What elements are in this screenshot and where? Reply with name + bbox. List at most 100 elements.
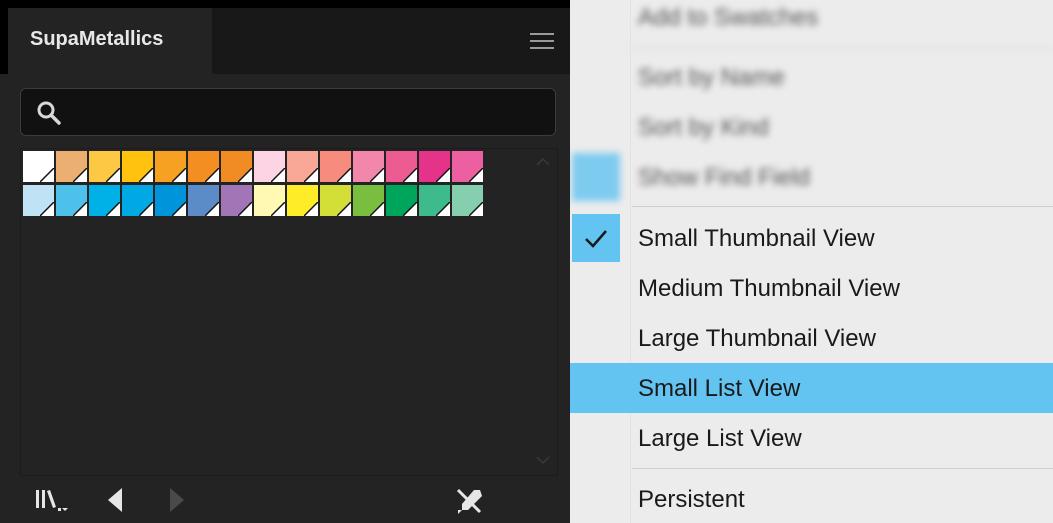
color-swatch[interactable] — [188, 151, 219, 182]
color-swatch[interactable] — [221, 151, 252, 182]
menu-item-show-find-field[interactable]: Show Find Field — [570, 152, 1053, 202]
global-color-corner-icon — [205, 202, 219, 216]
global-color-corner-icon — [40, 202, 54, 216]
color-swatch[interactable] — [452, 185, 483, 216]
color-swatch[interactable] — [254, 151, 285, 182]
global-color-corner-icon — [370, 168, 384, 182]
panel-title: SupaMetallics — [30, 28, 164, 50]
menu-item-sort-by-name[interactable]: Sort by Name — [570, 52, 1053, 102]
color-swatch[interactable] — [254, 185, 285, 216]
menu-item-add-to-swatches[interactable]: Add to Swatches — [570, 0, 1053, 42]
menu-item-label: Persistent — [638, 486, 745, 513]
menu-separator — [632, 468, 1053, 469]
global-color-corner-icon — [106, 202, 120, 216]
color-swatch[interactable] — [419, 185, 450, 216]
search-field[interactable] — [20, 88, 556, 136]
color-swatch[interactable] — [56, 151, 87, 182]
menu-item-label: Add to Swatches — [638, 4, 819, 31]
global-color-corner-icon — [370, 202, 384, 216]
menu-item-sort-by-kind[interactable]: Sort by Kind — [570, 102, 1053, 152]
global-color-corner-icon — [271, 168, 285, 182]
checkmark-box — [572, 153, 620, 201]
menu-item-small-list-view[interactable]: Small List View — [570, 363, 1053, 413]
global-color-corner-icon — [73, 168, 87, 182]
panel-menu-icon[interactable] — [530, 32, 554, 50]
global-color-corner-icon — [139, 202, 153, 216]
global-color-corner-icon — [436, 168, 450, 182]
color-swatch[interactable] — [155, 185, 186, 216]
swatch-row — [23, 151, 485, 183]
global-color-corner-icon — [304, 168, 318, 182]
menu-separator — [632, 48, 1053, 49]
color-swatch[interactable] — [188, 185, 219, 216]
menu-item-large-thumbnail-view[interactable]: Large Thumbnail View — [570, 313, 1053, 363]
color-swatch[interactable] — [122, 151, 153, 182]
next-library-icon[interactable] — [166, 486, 188, 514]
panel-bottom-toolbar — [0, 476, 570, 523]
global-color-corner-icon — [40, 168, 54, 182]
menu-item-label: Medium Thumbnail View — [638, 275, 900, 302]
color-swatch[interactable] — [23, 151, 54, 182]
checkmark-box — [572, 214, 620, 262]
global-color-corner-icon — [469, 168, 483, 182]
color-swatch[interactable] — [56, 185, 87, 216]
global-color-corner-icon — [172, 202, 186, 216]
menu-item-label: Small List View — [638, 375, 801, 402]
menu-item-small-thumbnail-view[interactable]: Small Thumbnail View — [570, 213, 1053, 263]
global-color-corner-icon — [205, 168, 219, 182]
color-swatch[interactable] — [89, 185, 120, 216]
menu-item-label: Sort by Kind — [638, 114, 769, 141]
menu-separator — [632, 206, 1053, 207]
color-swatch[interactable] — [89, 151, 120, 182]
menu-item-label: Large Thumbnail View — [638, 325, 876, 352]
global-color-corner-icon — [337, 168, 351, 182]
menu-item-persistent[interactable]: Persistent — [570, 474, 1053, 523]
previous-library-icon[interactable] — [104, 486, 126, 514]
color-swatch[interactable] — [353, 151, 384, 182]
eyedropper-add-icon[interactable] — [452, 486, 486, 516]
global-color-corner-icon — [139, 168, 153, 182]
global-color-corner-icon — [469, 202, 483, 216]
menu-item-label: Large List View — [638, 425, 802, 452]
color-swatch[interactable] — [419, 151, 450, 182]
color-swatch[interactable] — [386, 151, 417, 182]
color-swatch[interactable] — [386, 185, 417, 216]
scrollbar[interactable] — [531, 151, 555, 473]
global-color-corner-icon — [73, 202, 87, 216]
color-swatch[interactable] — [221, 185, 252, 216]
global-color-corner-icon — [403, 202, 417, 216]
color-swatch[interactable] — [452, 151, 483, 182]
menu-item-label: Small Thumbnail View — [638, 225, 875, 252]
global-color-corner-icon — [436, 202, 450, 216]
swatch-libraries-menu-icon[interactable] — [34, 486, 74, 514]
swatch-grid — [23, 151, 485, 219]
color-swatch[interactable] — [320, 151, 351, 182]
color-swatch[interactable] — [287, 151, 318, 182]
tab-supametallics[interactable]: SupaMetallics — [8, 8, 212, 74]
color-swatch[interactable] — [122, 185, 153, 216]
menu-item-medium-thumbnail-view[interactable]: Medium Thumbnail View — [570, 263, 1053, 313]
swatch-grid-area — [20, 148, 558, 476]
tab-strip — [212, 8, 570, 74]
global-color-corner-icon — [106, 168, 120, 182]
global-color-corner-icon — [172, 168, 186, 182]
global-color-corner-icon — [304, 202, 318, 216]
color-swatch[interactable] — [320, 185, 351, 216]
swatch-library-panel: SupaMetallics — [0, 0, 570, 523]
checkmark-icon — [585, 230, 607, 248]
color-swatch[interactable] — [353, 185, 384, 216]
color-swatch[interactable] — [155, 151, 186, 182]
panel-context-menu: Add to Swatches Sort by Name Sort by Kin… — [570, 0, 1053, 523]
global-color-corner-icon — [337, 202, 351, 216]
search-icon — [37, 101, 61, 125]
menu-item-label: Sort by Name — [638, 64, 785, 91]
color-swatch[interactable] — [287, 185, 318, 216]
global-color-corner-icon — [403, 168, 417, 182]
global-color-corner-icon — [271, 202, 285, 216]
global-color-corner-icon — [238, 202, 252, 216]
color-swatch[interactable] — [23, 185, 54, 216]
global-color-corner-icon — [238, 168, 252, 182]
menu-item-label: Show Find Field — [638, 164, 811, 191]
swatch-row — [23, 185, 485, 217]
menu-item-large-list-view[interactable]: Large List View — [570, 413, 1053, 463]
